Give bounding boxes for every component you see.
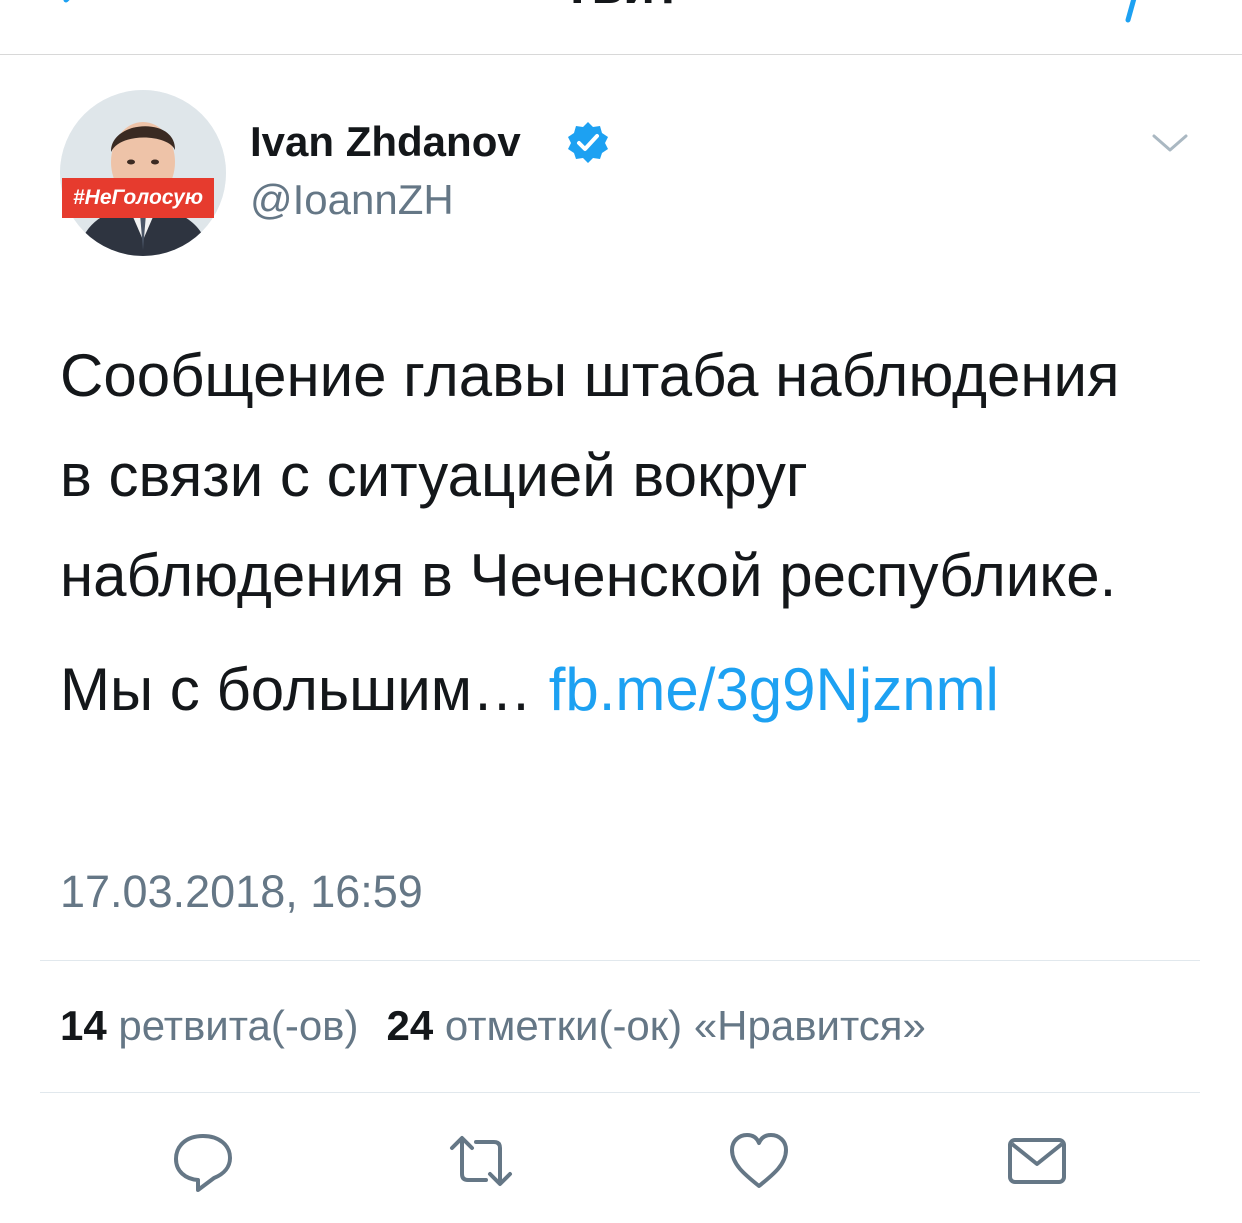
tweet-stats: 14 ретвита(-ов) 24 отметки(-ок) «Нравится… <box>60 1002 926 1050</box>
divider <box>40 1092 1200 1093</box>
tweet-timestamp: 17.03.2018, 16:59 <box>60 866 423 917</box>
retweet-button[interactable] <box>446 1126 516 1196</box>
nav-bar: Твит <box>0 0 1242 55</box>
likes-label[interactable]: отметки(-ок) «Нравится» <box>445 1002 926 1049</box>
reply-icon <box>174 1134 232 1192</box>
user-handle[interactable]: @IoannZH <box>250 176 454 224</box>
tweet-paragraph-2: Мы с большим… fb.me/3g9Njznml <box>60 640 1160 740</box>
like-button[interactable] <box>724 1126 794 1196</box>
display-name[interactable]: Ivan Zhdanov <box>250 118 521 166</box>
page-title: Твит <box>0 0 1242 16</box>
like-icon <box>730 1133 788 1188</box>
retweets-label[interactable]: ретвита(-ов) <box>118 1002 358 1049</box>
avatar-badge: #НеГолосую <box>62 178 214 218</box>
retweet-icon <box>450 1136 512 1186</box>
share-button[interactable] <box>1002 1126 1072 1196</box>
retweets-count[interactable]: 14 <box>60 1002 107 1049</box>
chevron-down-icon[interactable] <box>1150 128 1190 158</box>
tweet-link[interactable]: fb.me/3g9Njznml <box>549 656 999 723</box>
likes-count[interactable]: 24 <box>386 1002 433 1049</box>
tweet-text-truncated: Мы с большим… <box>60 656 533 723</box>
avatar[interactable] <box>60 90 226 256</box>
verified-badge-icon <box>568 122 608 163</box>
share-icon <box>1008 1138 1066 1184</box>
reply-button[interactable] <box>168 1126 238 1196</box>
tweet-text: Сообщение главы штаба наблюдения в связи… <box>60 326 1160 740</box>
divider <box>40 960 1200 961</box>
compose-icon[interactable] <box>1116 0 1156 24</box>
tweet-paragraph: Сообщение главы штаба наблюдения в связи… <box>60 342 1120 609</box>
